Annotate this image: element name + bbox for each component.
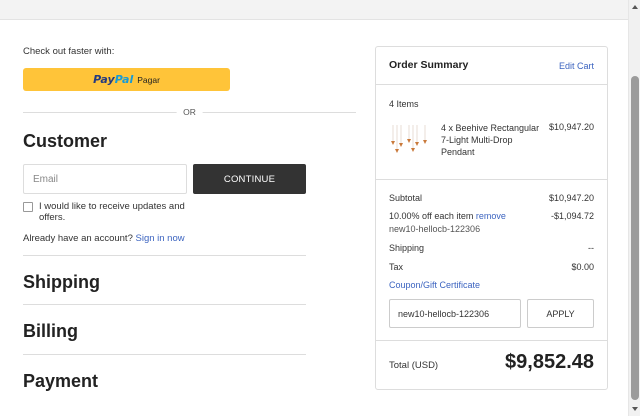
section-divider — [23, 304, 306, 305]
apply-coupon-button[interactable]: APPLY — [527, 299, 594, 328]
updates-optin-label: I would like to receive updates and offe… — [39, 201, 185, 223]
order-summary-title: Order Summary — [389, 59, 469, 71]
summary-divider — [376, 179, 607, 180]
shipping-label: Shipping — [389, 243, 425, 253]
discount-value: -$1,094.72 — [550, 211, 594, 221]
applied-coupon-code: new10-hellocb-122306 — [389, 224, 481, 234]
tax-value: $0.00 — [571, 262, 594, 272]
billing-heading[interactable]: Billing — [23, 321, 78, 342]
customer-heading: Customer — [23, 131, 108, 151]
edit-cart-link[interactable]: Edit Cart — [559, 61, 594, 71]
subtotal-label: Subtotal — [389, 193, 423, 203]
continue-button[interactable]: CONTINUE — [193, 164, 306, 194]
product-price: $10,947.20 — [548, 122, 594, 132]
account-prompt: Already have an account? Sign in now — [23, 233, 185, 244]
order-summary-header: Order Summary Edit Cart — [376, 47, 607, 85]
subtotal-value: $10,947.20 — [548, 193, 594, 203]
product-name: 4 x Beehive Rectangular 7-Light Multi-Dr… — [441, 123, 540, 157]
paypal-button-label: Pagar — [137, 74, 160, 85]
shipping-heading[interactable]: Shipping — [23, 272, 100, 293]
remove-discount-link[interactable]: remove — [476, 211, 506, 221]
discount-text: 10.00% off each item — [389, 211, 474, 221]
shipping-value: -- — [588, 243, 594, 253]
or-label: OR — [176, 107, 203, 117]
paypal-button[interactable]: PayPal Pagar — [23, 68, 230, 91]
scrollbar-thumb[interactable] — [631, 76, 639, 400]
total-label: Total (USD) — [389, 360, 439, 371]
or-separator: OR — [23, 107, 356, 119]
pendant-lamp-thumbnail-icon — [391, 125, 427, 153]
express-checkout-heading: Check out faster with: — [23, 46, 115, 57]
section-divider — [23, 354, 306, 355]
updates-optin[interactable]: I would like to receive updates and offe… — [23, 201, 203, 223]
tax-label: Tax — [389, 262, 404, 272]
browser-top-bar — [0, 0, 628, 20]
payment-heading[interactable]: Payment — [23, 371, 98, 392]
email-field[interactable] — [23, 164, 187, 194]
coupon-gift-certificate-link[interactable]: Coupon/Gift Certificate — [389, 280, 480, 290]
scroll-up-arrow-icon[interactable] — [632, 5, 638, 9]
vertical-scrollbar[interactable] — [628, 0, 640, 416]
sign-in-link[interactable]: Sign in now — [136, 233, 185, 244]
paypal-logo-icon: PayPal — [93, 73, 134, 86]
total-value: $9,852.48 — [505, 351, 594, 373]
order-summary-panel: Order Summary Edit Cart 4 Items 4 x Beeh… — [375, 46, 608, 390]
coupon-code-field[interactable] — [389, 299, 521, 328]
summary-divider — [376, 340, 607, 341]
account-prompt-text: Already have an account? — [23, 233, 133, 244]
section-divider — [23, 255, 306, 256]
updates-checkbox[interactable] — [23, 202, 33, 212]
scroll-down-arrow-icon[interactable] — [632, 407, 638, 411]
discount-label: 10.00% off each item remove — [389, 211, 506, 221]
items-count: 4 Items — [389, 99, 419, 109]
